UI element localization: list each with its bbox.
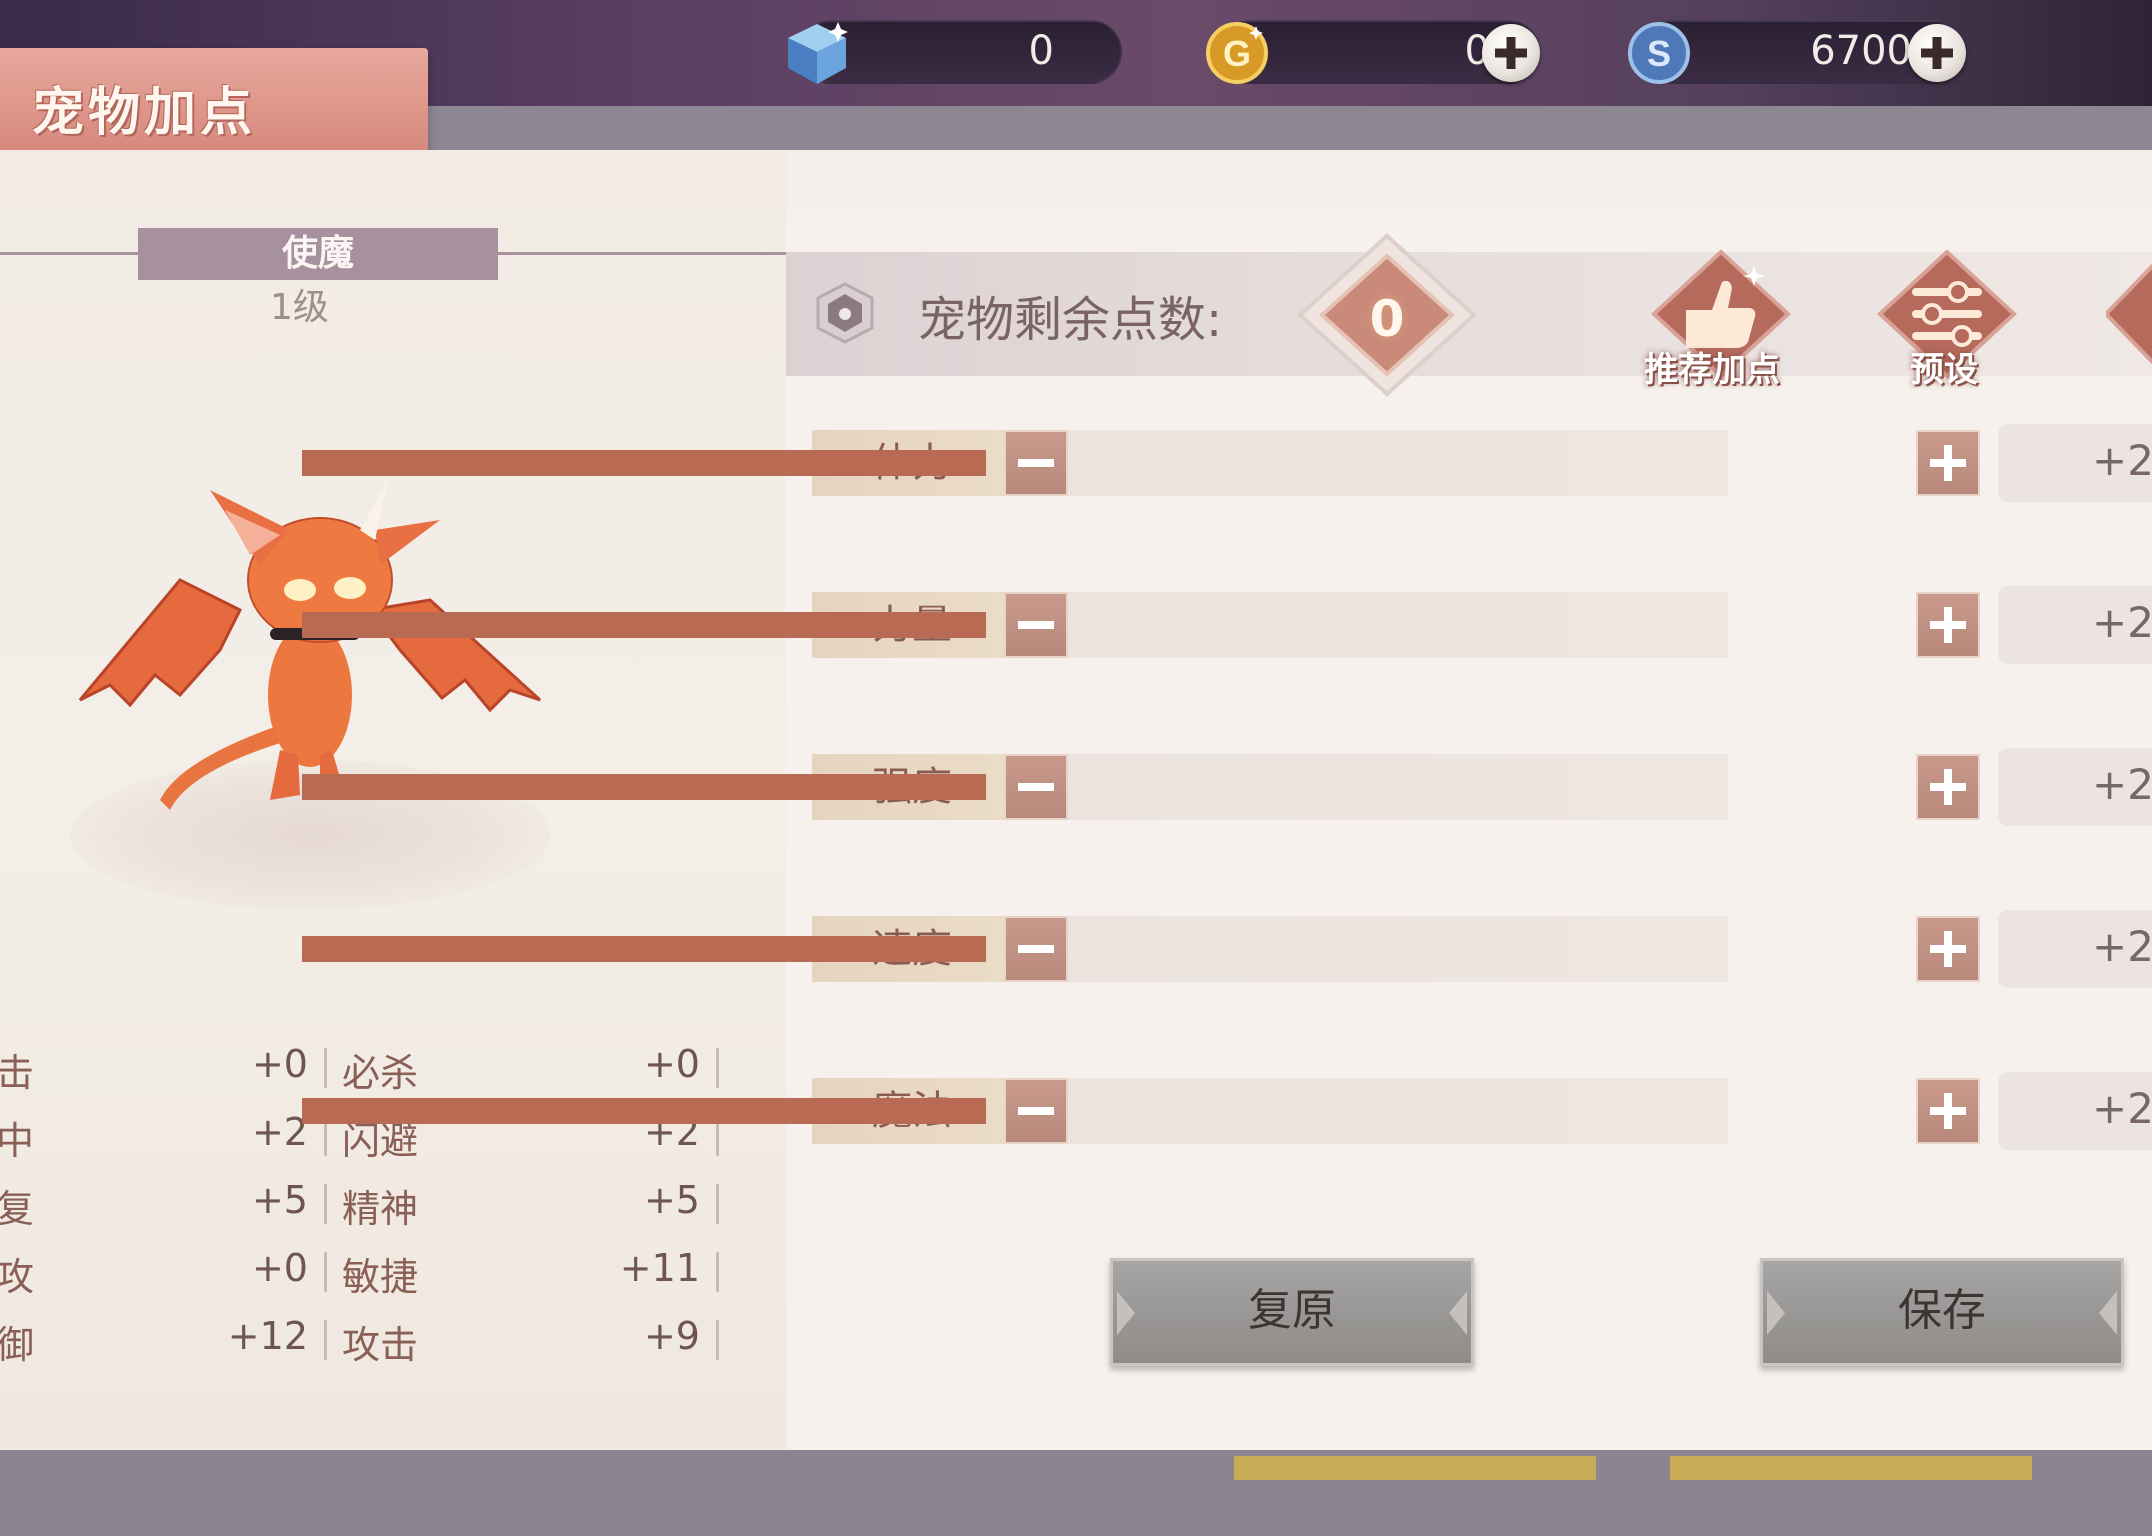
stat-value: +5	[251, 1178, 308, 1222]
attribute-track[interactable]	[1068, 916, 1728, 982]
stat-divider	[716, 1048, 719, 1088]
attribute-row-magic: 魔法 +2	[812, 1072, 2152, 1150]
reset-action-icon[interactable]	[2106, 248, 2152, 388]
svg-text:G: G	[1223, 33, 1251, 74]
increase-stamina-button[interactable]	[1916, 430, 1980, 496]
stat-value: +9	[643, 1314, 700, 1358]
attribute-bar-fill	[302, 450, 986, 476]
stat-divider	[716, 1184, 719, 1224]
stat-label: 精神	[342, 1187, 419, 1231]
stat-value: +12	[227, 1314, 308, 1358]
decrease-speed-button[interactable]	[1004, 916, 1068, 982]
attribute-bar-fill	[302, 612, 986, 638]
stat-row: 攻 +0 敏捷 +11	[0, 1240, 740, 1300]
attribute-row-toughness: 强度 +2	[812, 748, 2152, 826]
svg-text:S: S	[1647, 33, 1671, 74]
stat-divider	[324, 1320, 327, 1360]
stat-divider	[716, 1252, 719, 1292]
stat-label: 攻	[0, 1255, 35, 1299]
attribute-row-strength: 力量 +2	[812, 586, 2152, 664]
decrease-strength-button[interactable]	[1004, 592, 1068, 658]
gold-coin-icon: G	[1206, 22, 1268, 84]
attribute-track[interactable]	[1068, 1078, 1728, 1144]
attribute-row-speed: 速度 +2	[812, 910, 2152, 988]
stat-value: +0	[251, 1246, 308, 1290]
preset-label[interactable]: 预设	[1910, 342, 1978, 391]
page-title: 宠物加点	[32, 83, 257, 143]
stat-label: 御	[0, 1323, 35, 1367]
bottom-tab[interactable]	[1234, 1456, 1596, 1480]
attribute-track[interactable]	[1068, 430, 1728, 496]
stat-value: +11	[619, 1246, 700, 1290]
attribute-bonus: +2	[2092, 1084, 2152, 1133]
stat-divider	[324, 1252, 327, 1292]
silver-value: 6700	[1810, 28, 1912, 74]
attribute-row-stamina: 体力 +2	[812, 424, 2152, 502]
decrease-stamina-button[interactable]	[1004, 430, 1068, 496]
stat-value: +0	[251, 1042, 308, 1086]
add-gold-button[interactable]	[1482, 24, 1540, 82]
decrease-magic-button[interactable]	[1004, 1078, 1068, 1144]
stat-divider	[716, 1320, 719, 1360]
attribute-bar-fill	[302, 1098, 986, 1124]
silver-coin-icon: S	[1628, 22, 1690, 84]
stat-divider	[324, 1048, 327, 1088]
add-silver-button[interactable]	[1908, 24, 1966, 82]
stat-label: 击	[0, 1051, 35, 1095]
stat-value: +5	[643, 1178, 700, 1222]
stat-value: +0	[643, 1042, 700, 1086]
pet-paw-icon	[816, 282, 874, 344]
remaining-points-value: 0	[1369, 290, 1405, 348]
panel-top-strip	[786, 150, 2152, 208]
stat-row: 御 +12 攻击 +9	[0, 1308, 740, 1368]
stat-row: 击 +0 必杀 +0	[0, 1036, 740, 1096]
increase-speed-button[interactable]	[1916, 916, 1980, 982]
pet-stat-allocation-screen: 宠物加点 0 0 G 6700 S 使魔 1级 击 +0 必杀 +0 中 +2 …	[0, 0, 2152, 1536]
pet-name: 使魔	[138, 228, 498, 280]
stat-row: 复 +5 精神 +5	[0, 1172, 740, 1232]
diamond-cube-icon	[788, 22, 848, 84]
attribute-bonus: +2	[2092, 598, 2152, 647]
attribute-bar-fill	[302, 936, 986, 962]
stat-label: 中	[0, 1119, 35, 1163]
pet-level: 1级	[270, 287, 329, 328]
gems-value: 0	[1028, 28, 1054, 74]
attribute-track[interactable]	[1068, 592, 1728, 658]
increase-magic-button[interactable]	[1916, 1078, 1980, 1144]
decrease-toughness-button[interactable]	[1004, 754, 1068, 820]
stat-divider	[324, 1184, 327, 1224]
stat-label: 敏捷	[342, 1255, 419, 1299]
recommend-points-label[interactable]: 推荐加点	[1644, 342, 1780, 391]
save-button[interactable]: 保存	[1760, 1258, 2124, 1366]
stat-label: 攻击	[342, 1323, 419, 1367]
increase-strength-button[interactable]	[1916, 592, 1980, 658]
attribute-bonus: +2	[2092, 760, 2152, 809]
attribute-track[interactable]	[1068, 754, 1728, 820]
attribute-bar-fill	[302, 774, 986, 800]
attribute-bonus: +2	[2092, 922, 2152, 971]
attribute-bonus: +2	[2092, 436, 2152, 485]
reset-button[interactable]: 复原	[1110, 1258, 1474, 1366]
increase-toughness-button[interactable]	[1916, 754, 1980, 820]
remaining-points-label: 宠物剩余点数:	[918, 292, 1223, 348]
stat-label: 必杀	[342, 1051, 419, 1095]
stat-label: 复	[0, 1187, 35, 1231]
bottom-tab[interactable]	[1670, 1456, 2032, 1480]
stat-value: +2	[251, 1110, 308, 1154]
